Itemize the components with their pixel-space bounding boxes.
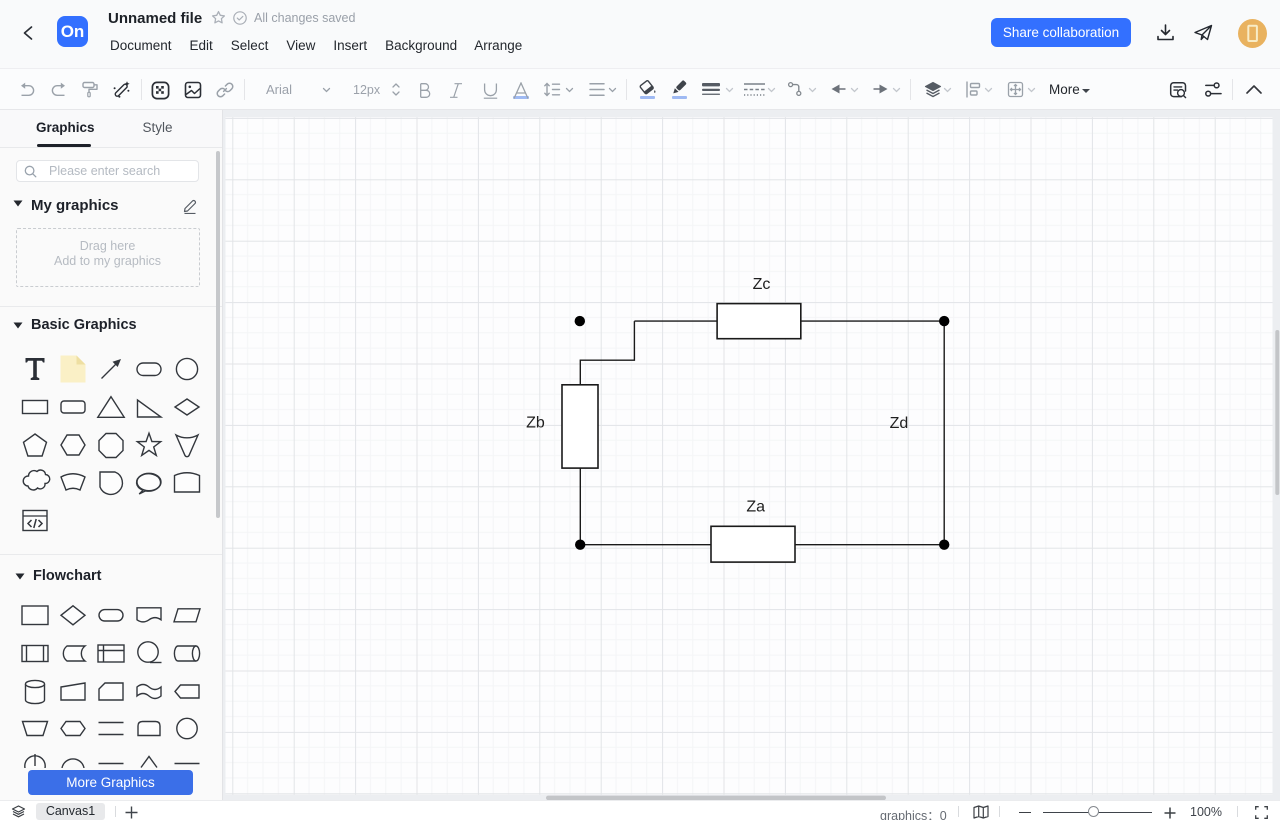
svg-text:Za: Za: [746, 499, 765, 516]
svg-text:Zb: Zb: [526, 415, 545, 432]
svg-text:Zd: Zd: [890, 415, 909, 432]
svg-text:Zc: Zc: [753, 276, 771, 293]
